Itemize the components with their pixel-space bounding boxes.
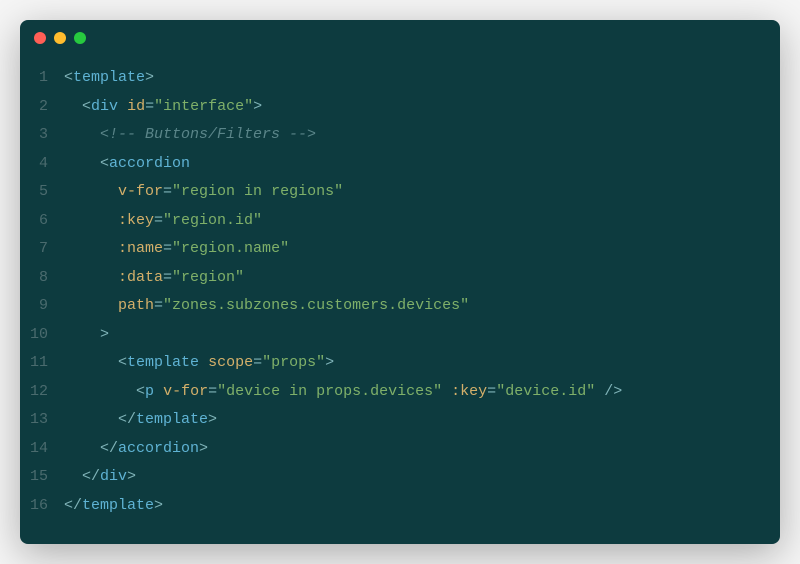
code-content: </template> <box>64 406 780 435</box>
code-content: </template> <box>64 492 780 521</box>
code-line: 9 path="zones.subzones.customers.devices… <box>20 292 780 321</box>
code-line: 15 </div> <box>20 463 780 492</box>
code-line: 13 </template> <box>20 406 780 435</box>
code-line: 8 :data="region" <box>20 264 780 293</box>
line-number: 14 <box>20 435 64 464</box>
code-line: 4 <accordion <box>20 150 780 179</box>
line-number: 9 <box>20 292 64 321</box>
code-line: 1<template> <box>20 64 780 93</box>
line-number: 15 <box>20 463 64 492</box>
code-editor[interactable]: 1<template>2 <div id="interface">3 <!-- … <box>20 56 780 544</box>
line-number: 6 <box>20 207 64 236</box>
line-number: 8 <box>20 264 64 293</box>
line-number: 12 <box>20 378 64 407</box>
code-content: > <box>64 321 780 350</box>
titlebar <box>20 20 780 56</box>
code-line: 11 <template scope="props"> <box>20 349 780 378</box>
code-content: path="zones.subzones.customers.devices" <box>64 292 780 321</box>
maximize-icon[interactable] <box>74 32 86 44</box>
code-line: 12 <p v-for="device in props.devices" :k… <box>20 378 780 407</box>
code-window: 1<template>2 <div id="interface">3 <!-- … <box>20 20 780 544</box>
code-content: <accordion <box>64 150 780 179</box>
code-line: 6 :key="region.id" <box>20 207 780 236</box>
minimize-icon[interactable] <box>54 32 66 44</box>
line-number: 16 <box>20 492 64 521</box>
code-content: :key="region.id" <box>64 207 780 236</box>
line-number: 11 <box>20 349 64 378</box>
code-line: 7 :name="region.name" <box>20 235 780 264</box>
code-content: <!-- Buttons/Filters --> <box>64 121 780 150</box>
code-content: <template> <box>64 64 780 93</box>
code-line: 16</template> <box>20 492 780 521</box>
line-number: 13 <box>20 406 64 435</box>
code-line: 5 v-for="region in regions" <box>20 178 780 207</box>
line-number: 10 <box>20 321 64 350</box>
code-content: </accordion> <box>64 435 780 464</box>
code-content: :name="region.name" <box>64 235 780 264</box>
code-line: 14 </accordion> <box>20 435 780 464</box>
line-number: 4 <box>20 150 64 179</box>
line-number: 5 <box>20 178 64 207</box>
code-content: <template scope="props"> <box>64 349 780 378</box>
code-content: :data="region" <box>64 264 780 293</box>
code-content: <div id="interface"> <box>64 93 780 122</box>
code-content: v-for="region in regions" <box>64 178 780 207</box>
code-line: 3 <!-- Buttons/Filters --> <box>20 121 780 150</box>
close-icon[interactable] <box>34 32 46 44</box>
line-number: 2 <box>20 93 64 122</box>
code-content: <p v-for="device in props.devices" :key=… <box>64 378 780 407</box>
line-number: 3 <box>20 121 64 150</box>
code-line: 10 > <box>20 321 780 350</box>
code-content: </div> <box>64 463 780 492</box>
line-number: 1 <box>20 64 64 93</box>
code-line: 2 <div id="interface"> <box>20 93 780 122</box>
line-number: 7 <box>20 235 64 264</box>
